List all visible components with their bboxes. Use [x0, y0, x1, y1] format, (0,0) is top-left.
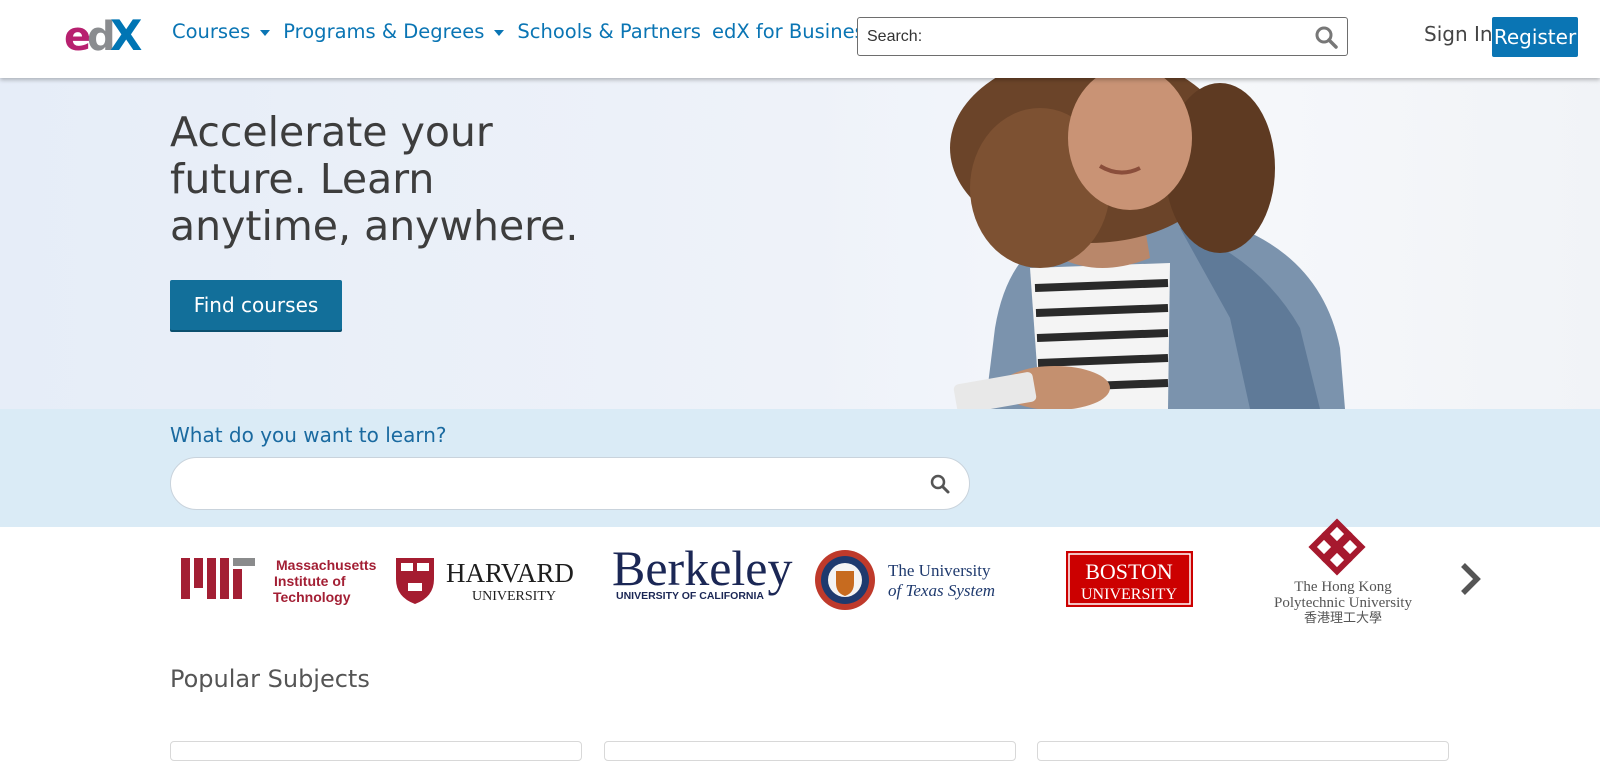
- header-search: [857, 17, 1348, 56]
- find-courses-button[interactable]: Find courses: [170, 280, 342, 330]
- nav-edx-business[interactable]: edX for Business: [712, 20, 875, 43]
- subject-card[interactable]: [1037, 741, 1449, 761]
- edx-logo[interactable]: e d X: [64, 14, 146, 56]
- partner-logo-polyu[interactable]: The Hong Kong Polytechnic University 香港理…: [1236, 518, 1451, 628]
- popular-subjects-heading: Popular Subjects: [170, 665, 370, 693]
- berkeley-line-2: UNIVERSITY OF CALIFORNIA: [616, 590, 764, 602]
- partner-logo-mit[interactable]: Massachusetts Institute of Technology: [180, 555, 376, 605]
- header-search-input[interactable]: [859, 19, 1299, 54]
- partner-logos: Massachusetts Institute of Technology HA…: [0, 518, 1600, 637]
- chevron-down-icon: [260, 30, 271, 36]
- nav-schools-partners[interactable]: Schools & Partners: [517, 20, 701, 43]
- ut-line-1: The University: [888, 561, 991, 580]
- site-header: e d X Courses Programs & Degrees Schools…: [0, 0, 1600, 78]
- partner-logo-berkeley[interactable]: Berkeley UNIVERSITY OF CALIFORNIA: [610, 543, 800, 613]
- partner-logo-ut-system[interactable]: The University of Texas System: [814, 549, 1024, 613]
- polyu-line-1: The Hong Kong: [1294, 579, 1392, 595]
- nav-courses-label: Courses: [172, 20, 251, 43]
- hero-banner: Accelerate your future. Learn anytime, a…: [0, 78, 1600, 409]
- nav-courses[interactable]: Courses: [172, 20, 271, 43]
- chevron-down-icon: [494, 30, 505, 36]
- berkeley-line-1: Berkeley: [612, 543, 792, 596]
- search-icon[interactable]: [929, 473, 951, 495]
- bu-line-1: BOSTON: [1085, 559, 1173, 584]
- chevron-right-icon[interactable]: [1456, 560, 1484, 598]
- harvard-line-1: HARVARD: [446, 558, 574, 588]
- learn-search-box: [170, 457, 970, 510]
- nav-programs-degrees[interactable]: Programs & Degrees: [283, 20, 505, 43]
- partner-logo-boston-university[interactable]: BOSTON UNIVERSITY: [1065, 550, 1195, 610]
- polyu-line-3: 香港理工大學: [1304, 611, 1382, 626]
- mit-line-3: Technology: [273, 589, 351, 605]
- ut-line-2: of Texas System: [888, 581, 995, 600]
- polyu-line-2: Polytechnic University: [1274, 595, 1412, 611]
- mit-line-2: Institute of: [274, 573, 346, 589]
- harvard-line-2: UNIVERSITY: [472, 589, 556, 604]
- learn-search-label: What do you want to learn?: [170, 423, 447, 447]
- bu-line-2: UNIVERSITY: [1081, 586, 1177, 603]
- svg-text:X: X: [110, 14, 142, 56]
- subject-card[interactable]: [604, 741, 1016, 761]
- search-icon[interactable]: [1314, 25, 1338, 49]
- hero-title: Accelerate your future. Learn anytime, a…: [170, 108, 579, 250]
- learn-search-input[interactable]: [191, 468, 891, 500]
- nav-programs-label: Programs & Degrees: [283, 20, 485, 43]
- learn-search-section: What do you want to learn?: [0, 409, 1600, 527]
- sign-in-link[interactable]: Sign In: [1424, 22, 1493, 46]
- register-button[interactable]: Register: [1492, 17, 1578, 57]
- partner-logo-harvard[interactable]: HARVARD UNIVERSITY: [394, 555, 589, 605]
- main-nav: Courses Programs & Degrees Schools & Par…: [172, 20, 886, 43]
- mit-line-1: Massachusetts: [276, 557, 376, 573]
- nav-schools-label: Schools & Partners: [517, 20, 701, 43]
- nav-business-label: edX for Business: [711, 20, 875, 43]
- subject-card[interactable]: [170, 741, 582, 761]
